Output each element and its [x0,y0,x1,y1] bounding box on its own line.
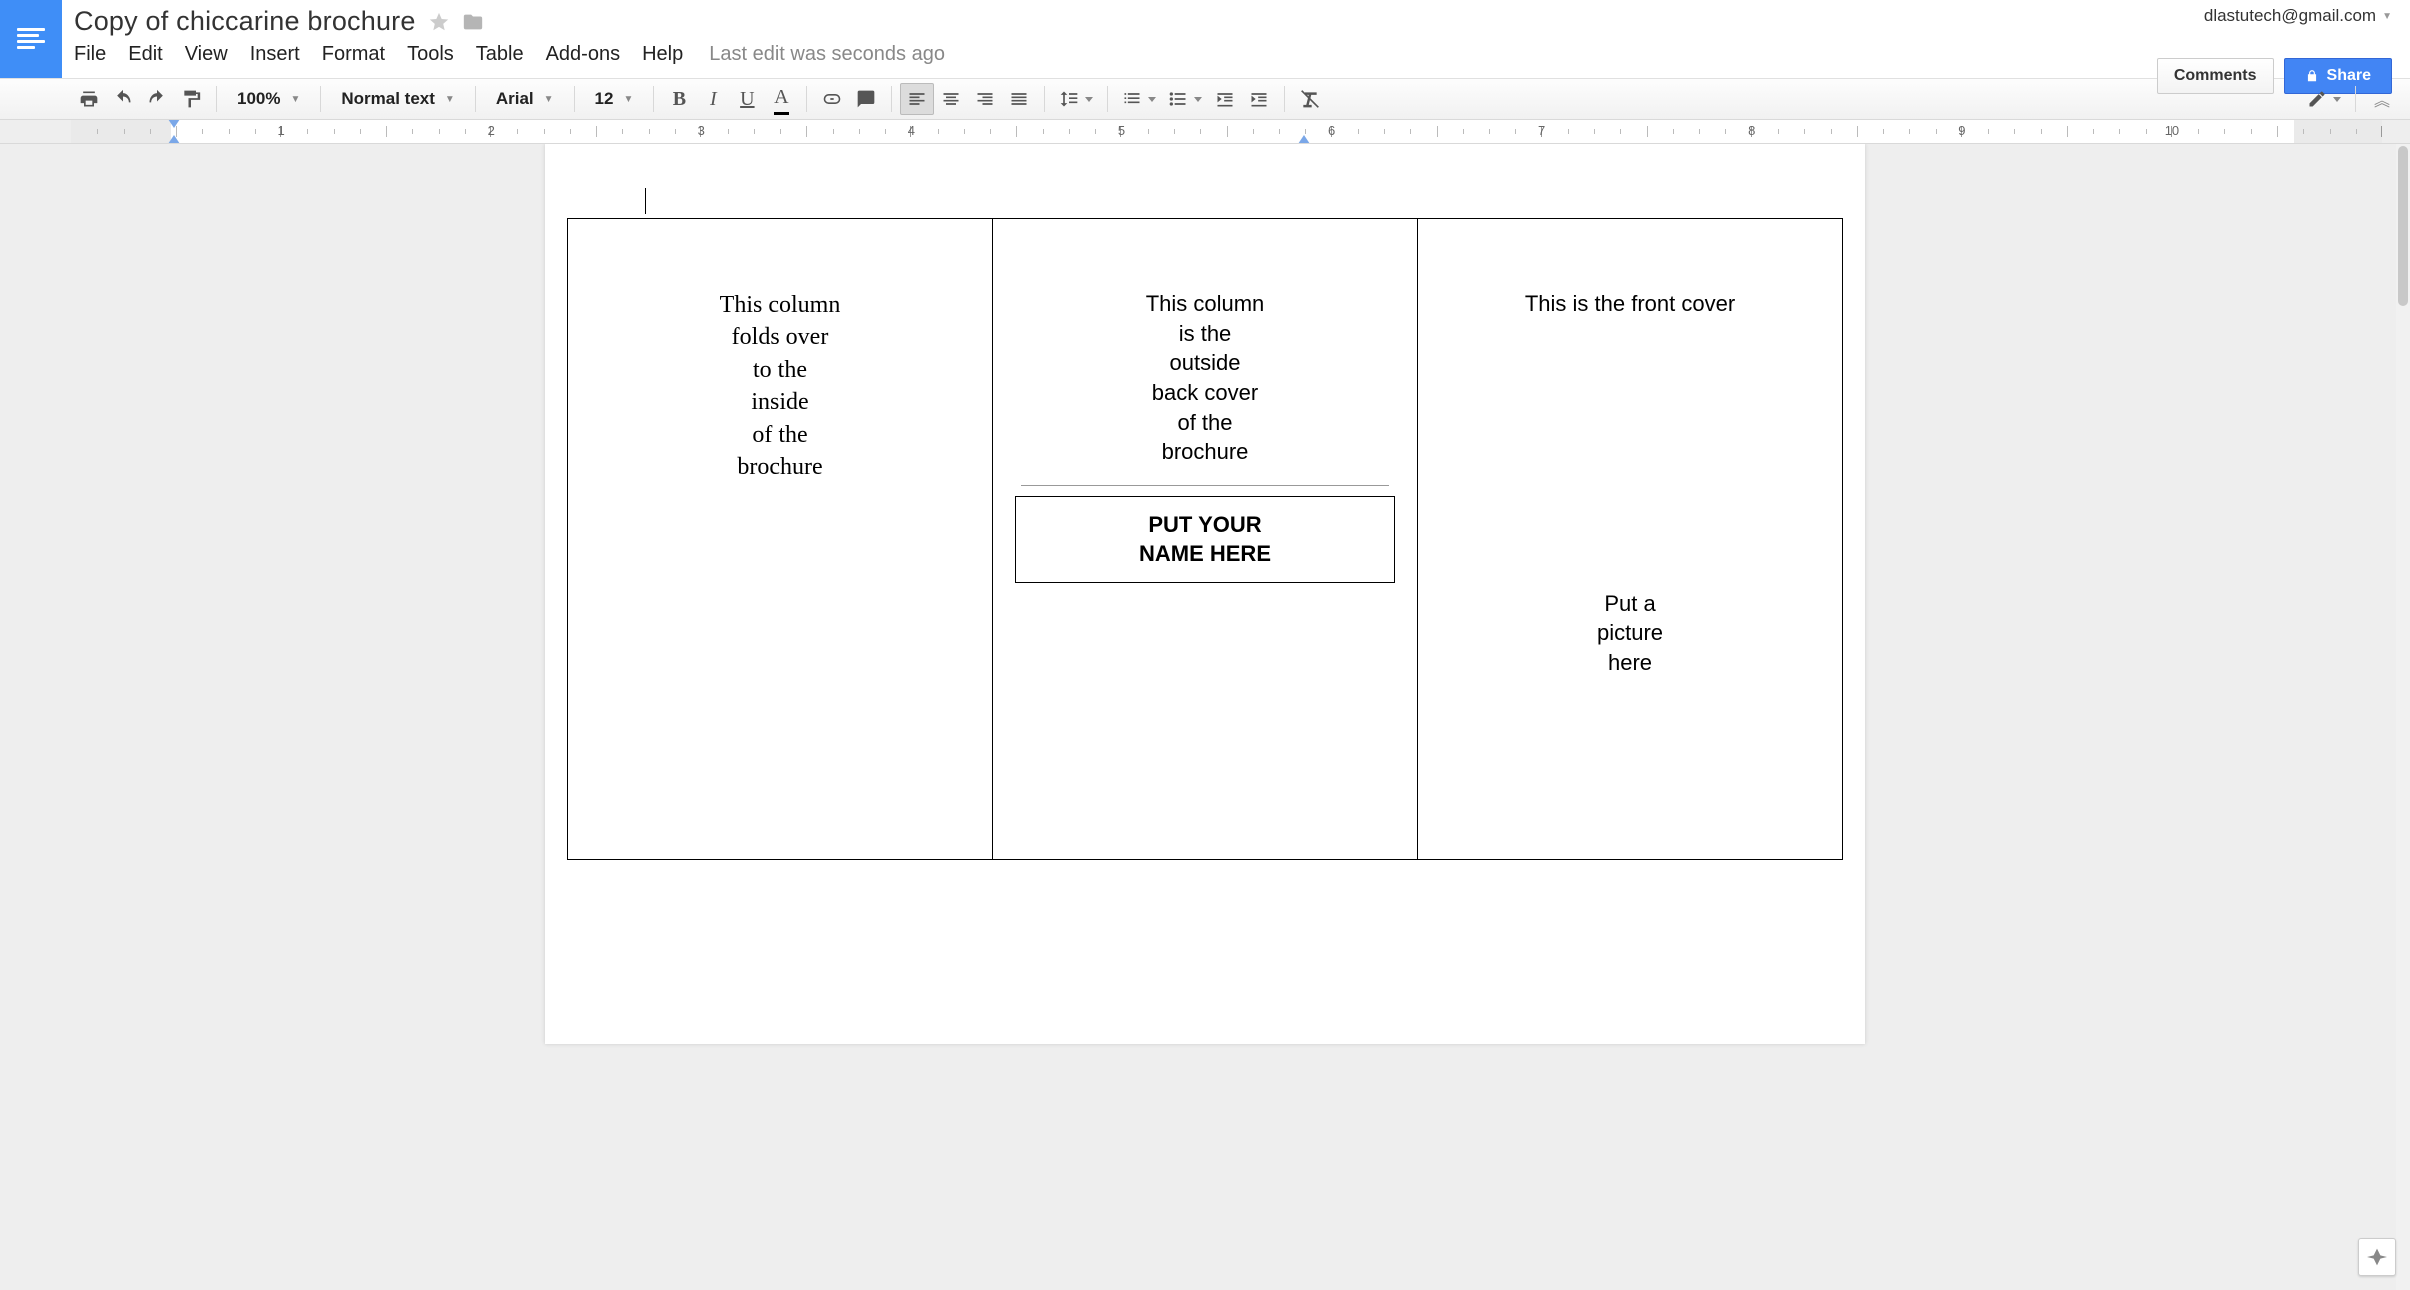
lock-icon [2305,69,2319,83]
brochure-table[interactable]: This columnfolds overto theinsideof theb… [567,218,1843,860]
align-center-button[interactable] [934,83,968,115]
menu-insert[interactable]: Insert [250,43,300,66]
menu-help[interactable]: Help [642,43,683,66]
account-menu[interactable]: dlastutech@gmail.com ▼ [2204,6,2392,26]
text-cursor [645,188,646,214]
left-indent-marker[interactable] [168,135,180,144]
bold-button[interactable]: B [662,83,696,115]
menu-view[interactable]: View [185,43,228,66]
font-size-select[interactable]: 12▼ [583,83,646,115]
editing-mode-button[interactable] [2301,83,2347,115]
docs-logo-icon [17,28,45,50]
line-spacing-button[interactable] [1053,83,1099,115]
col3-picture-placeholder[interactable]: Put apicturehere [1432,589,1828,678]
numbered-list-button[interactable] [1116,83,1162,115]
col2-text[interactable]: This columnis theoutsideback coverof the… [1007,289,1403,467]
scrollbar-thumb[interactable] [2398,146,2408,306]
name-box[interactable]: PUT YOURNAME HERE [1015,496,1395,583]
star-icon[interactable] [428,11,450,33]
menu-addons[interactable]: Add-ons [546,43,621,66]
decrease-indent-button[interactable] [1208,83,1242,115]
bulleted-list-button[interactable] [1162,83,1208,115]
first-line-indent-marker[interactable] [168,120,180,128]
col2-divider [1021,485,1389,486]
paint-format-button[interactable] [174,83,208,115]
align-left-button[interactable] [900,83,934,115]
user-email-label: dlastutech@gmail.com [2204,6,2376,26]
title-area: Copy of chiccarine brochure File Edit Vi… [62,0,2157,78]
col3-title[interactable]: This is the front cover [1432,289,1828,319]
document-title[interactable]: Copy of chiccarine brochure [74,6,416,37]
toolbar: 100%▼ Normal text▼ Arial▼ 12▼ B I U A ︽ [0,78,2410,120]
document-canvas[interactable]: This columnfolds overto theinsideof theb… [0,144,2410,1290]
insert-comment-button[interactable] [849,83,883,115]
print-button[interactable] [72,83,106,115]
clear-formatting-button[interactable] [1293,83,1327,115]
folder-icon[interactable] [462,11,484,33]
docs-home-button[interactable] [0,0,62,78]
vertical-scrollbar[interactable] [2396,144,2410,1290]
text-align-group [900,83,1036,115]
explore-button[interactable] [2358,1238,2396,1276]
zoom-select[interactable]: 100%▼ [225,83,312,115]
comments-button[interactable]: Comments [2157,58,2274,94]
menu-bar: File Edit View Insert Format Tools Table… [74,37,2157,66]
text-color-button[interactable]: A [764,83,798,115]
insert-link-button[interactable] [815,83,849,115]
right-indent-marker[interactable] [1298,135,1310,144]
horizontal-ruler[interactable]: 12345678910 [0,120,2410,144]
explore-icon [2367,1247,2387,1267]
menu-edit[interactable]: Edit [128,43,162,66]
collapse-toolbar-button[interactable]: ︽ [2364,87,2400,111]
underline-button[interactable]: U [730,83,764,115]
menu-format[interactable]: Format [322,43,385,66]
menu-table[interactable]: Table [476,43,524,66]
header-right: dlastutech@gmail.com ▼ Comments Share [2157,0,2410,78]
align-justify-button[interactable] [1002,83,1036,115]
menu-file[interactable]: File [74,43,106,66]
align-right-button[interactable] [968,83,1002,115]
brochure-col-3[interactable]: This is the front cover Put apicturehere [1418,219,1842,859]
col1-text[interactable]: This columnfolds overto theinsideof theb… [582,289,978,483]
italic-button[interactable]: I [696,83,730,115]
undo-button[interactable] [106,83,140,115]
brochure-col-1[interactable]: This columnfolds overto theinsideof theb… [568,219,993,859]
redo-button[interactable] [140,83,174,115]
chevron-down-icon: ▼ [2382,11,2392,22]
font-family-select[interactable]: Arial▼ [484,83,566,115]
title-bar: Copy of chiccarine brochure File Edit Vi… [0,0,2410,78]
last-edit-label[interactable]: Last edit was seconds ago [709,43,945,66]
increase-indent-button[interactable] [1242,83,1276,115]
menu-tools[interactable]: Tools [407,43,454,66]
brochure-col-2[interactable]: This columnis theoutsideback coverof the… [993,219,1418,859]
page-1[interactable]: This columnfolds overto theinsideof theb… [545,144,1865,1044]
paragraph-style-select[interactable]: Normal text▼ [329,83,466,115]
